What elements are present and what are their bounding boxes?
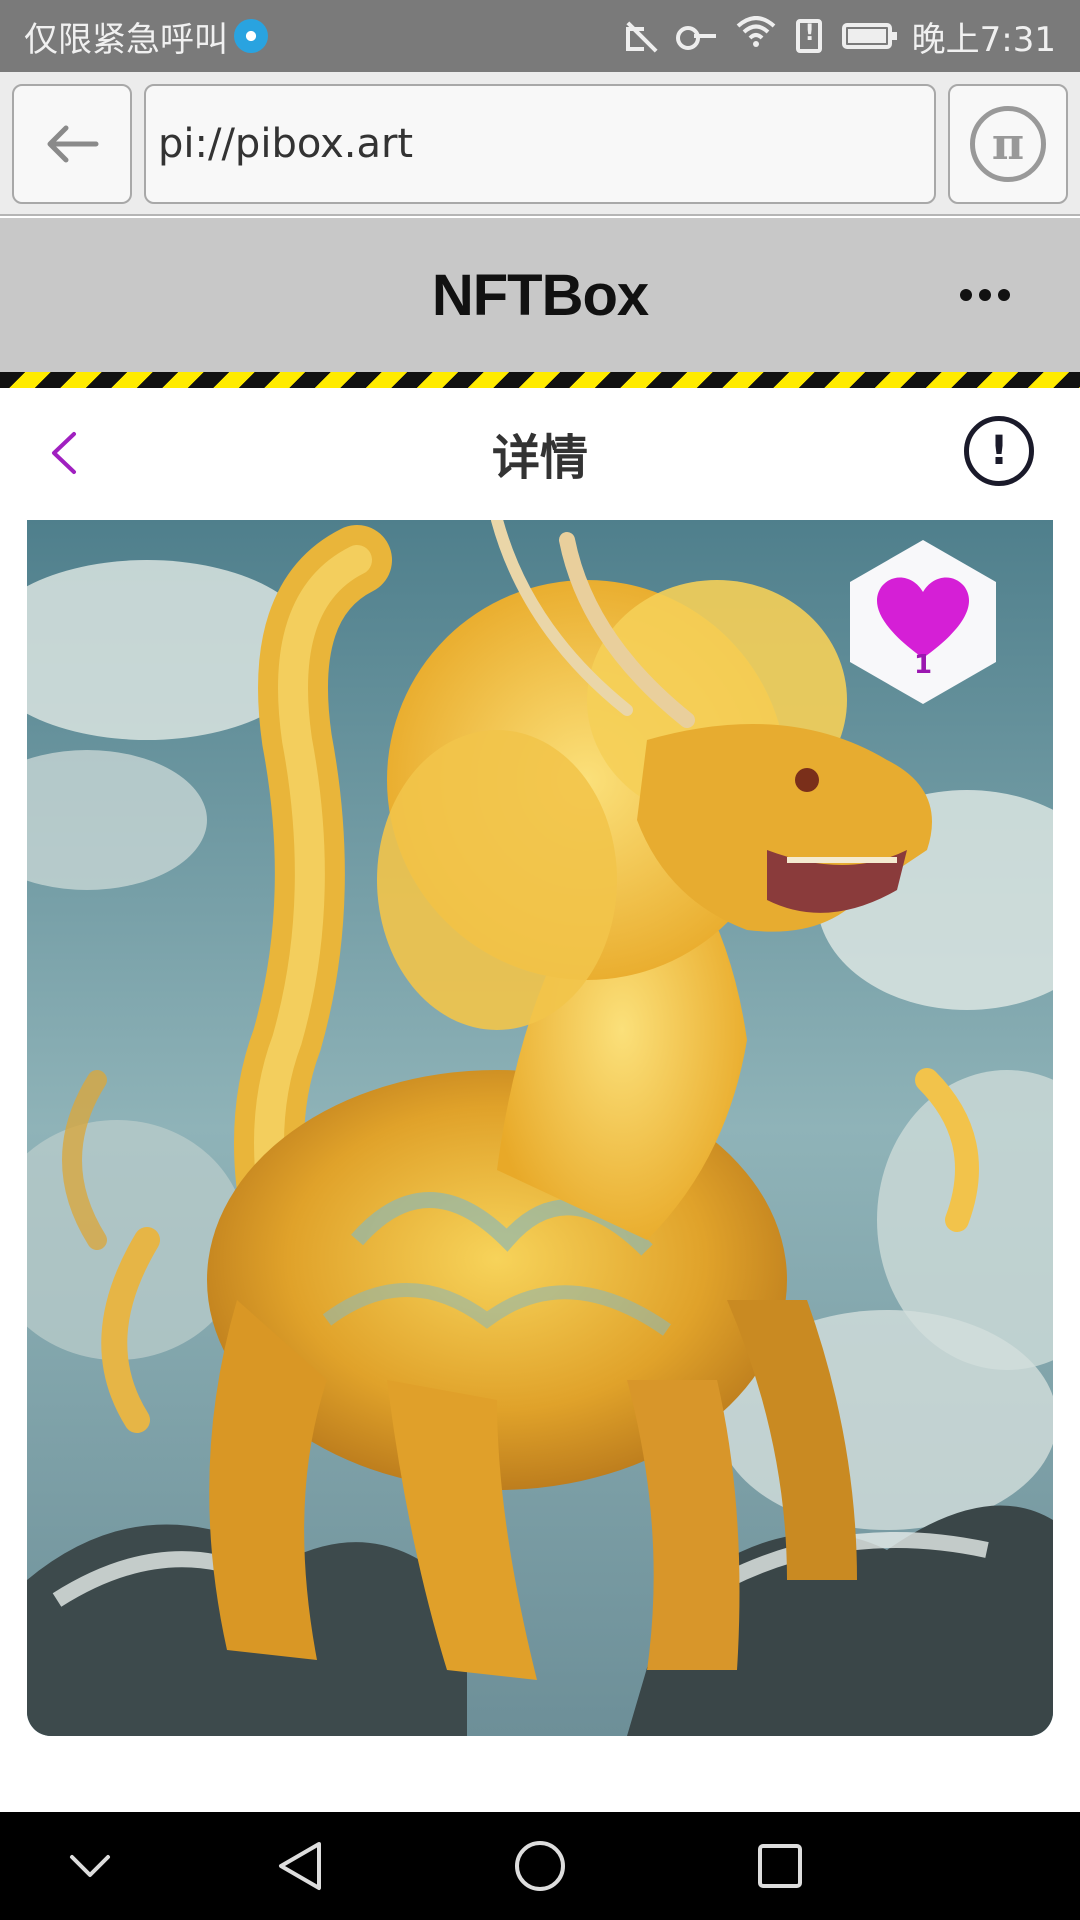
recents-square-icon[interactable] bbox=[748, 1834, 812, 1898]
info-symbol: ! bbox=[989, 428, 1009, 474]
chevron-left-icon[interactable] bbox=[40, 428, 90, 478]
nft-title-peek bbox=[0, 1796, 1080, 1812]
browser-back-button[interactable] bbox=[12, 84, 132, 204]
hazard-stripe bbox=[0, 372, 1080, 388]
chevron-down-icon[interactable] bbox=[58, 1834, 122, 1898]
app-notification-icon bbox=[234, 19, 268, 53]
carrier-text: 仅限紧急呼叫 bbox=[24, 19, 228, 60]
browser-bar: pi://pibox.art π bbox=[0, 72, 1080, 216]
app-title: NFTBox bbox=[431, 262, 649, 328]
home-circle-icon[interactable] bbox=[508, 1834, 572, 1898]
url-field[interactable]: pi://pibox.art bbox=[144, 84, 936, 204]
pi-symbol: π bbox=[991, 118, 1025, 170]
status-right: 晚上7:31 bbox=[622, 0, 1056, 72]
status-left: 仅限紧急呼叫 bbox=[24, 0, 268, 72]
app-header: NFTBox bbox=[0, 218, 1080, 372]
mute-icon bbox=[622, 19, 656, 53]
like-count: 1 bbox=[913, 650, 933, 680]
page-title: 详情 bbox=[491, 430, 588, 486]
pi-logo-icon: π bbox=[970, 106, 1046, 182]
status-time: 晚上7:31 bbox=[911, 19, 1056, 60]
status-bar: 仅限紧急呼叫 晚上7:31 bbox=[0, 0, 1080, 72]
heart-icon bbox=[850, 540, 996, 704]
pi-wallet-button[interactable]: π bbox=[948, 84, 1068, 204]
url-text: pi://pibox.art bbox=[158, 121, 414, 167]
system-nav-bar bbox=[0, 1812, 1080, 1920]
back-triangle-icon[interactable] bbox=[268, 1834, 332, 1898]
info-icon[interactable]: ! bbox=[964, 416, 1034, 486]
arrow-left-icon bbox=[47, 125, 99, 163]
like-button[interactable]: 1 bbox=[838, 538, 1008, 706]
page-header: 详情 ! bbox=[0, 388, 1080, 518]
wifi-icon bbox=[736, 15, 776, 57]
battery-icon bbox=[841, 23, 897, 49]
more-dots-icon[interactable] bbox=[950, 270, 1020, 320]
sim-alert-icon bbox=[795, 19, 822, 53]
key-icon bbox=[675, 24, 716, 50]
